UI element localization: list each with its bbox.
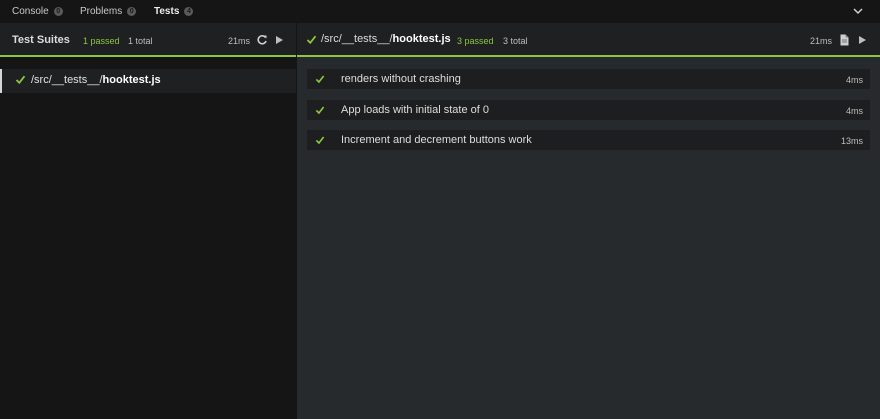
chevron-down-icon[interactable]: [852, 5, 864, 17]
tab-console-label: Console: [12, 6, 49, 17]
tab-tests-label: Tests: [154, 6, 180, 17]
test-name: renders without crashing: [341, 73, 461, 85]
test-row[interactable]: renders without crashing 4ms: [307, 69, 870, 89]
test-detail-header: /src/__tests__/hooktest.js 3 passed 3 to…: [297, 23, 880, 57]
test-suites-title: Test Suites: [12, 34, 70, 46]
test-detail-path: /src/__tests__/hooktest.js: [321, 33, 451, 45]
check-icon: [315, 105, 325, 114]
test-suite-path: /src/__tests__/hooktest.js: [31, 74, 161, 86]
refresh-icon[interactable]: [256, 34, 268, 46]
test-detail-panel: /src/__tests__/hooktest.js 3 passed 3 to…: [297, 23, 880, 419]
test-row[interactable]: Increment and decrement buttons work 13m…: [307, 130, 870, 150]
tests-total-count: 3 total: [503, 36, 528, 46]
test-suites-header: Test Suites 1 passed 1 total 21ms: [0, 23, 296, 57]
test-duration: 4ms: [845, 75, 863, 85]
test-suite-file: hooktest.js: [102, 74, 161, 86]
test-detail-file: hooktest.js: [392, 33, 451, 45]
tab-problems-badge: 0: [127, 7, 137, 16]
test-list: renders without crashing 4ms App loads w…: [307, 69, 870, 161]
test-detail-dir: /src/__tests__/: [321, 33, 393, 45]
suites-duration: 21ms: [228, 36, 251, 46]
test-row[interactable]: App loads with initial state of 0 4ms: [307, 99, 870, 120]
file-icon[interactable]: [840, 34, 849, 46]
tests-passed-count: 3 passed: [457, 36, 494, 46]
tab-console-badge: 0: [53, 7, 63, 16]
tab-tests-badge: 4: [184, 7, 194, 16]
panel-tab-bar: Console 0 Problems 0 Tests 4: [0, 0, 880, 23]
tab-console[interactable]: Console 0: [12, 0, 63, 23]
tab-problems-label: Problems: [80, 6, 123, 17]
test-suite-item[interactable]: /src/__tests__/hooktest.js: [0, 69, 296, 93]
check-icon: [306, 35, 317, 45]
check-icon: [15, 75, 26, 85]
test-suite-dir: /src/__tests__/: [31, 74, 103, 86]
tab-problems[interactable]: Problems 0: [80, 0, 137, 23]
test-duration: 13ms: [840, 136, 863, 146]
play-icon[interactable]: [858, 35, 867, 45]
check-icon: [315, 136, 325, 145]
test-duration: 4ms: [845, 105, 863, 116]
test-name: Increment and decrement buttons work: [341, 134, 532, 146]
tests-duration: 21ms: [810, 36, 833, 46]
check-icon: [315, 75, 325, 84]
test-suites-panel: Test Suites 1 passed 1 total 21ms /src/_…: [0, 23, 296, 419]
suites-total-count: 1 total: [128, 36, 153, 46]
suites-passed-count: 1 passed: [83, 36, 120, 46]
play-icon[interactable]: [275, 35, 284, 45]
tab-tests[interactable]: Tests 4: [154, 0, 194, 23]
test-name: App loads with initial state of 0: [341, 103, 489, 116]
